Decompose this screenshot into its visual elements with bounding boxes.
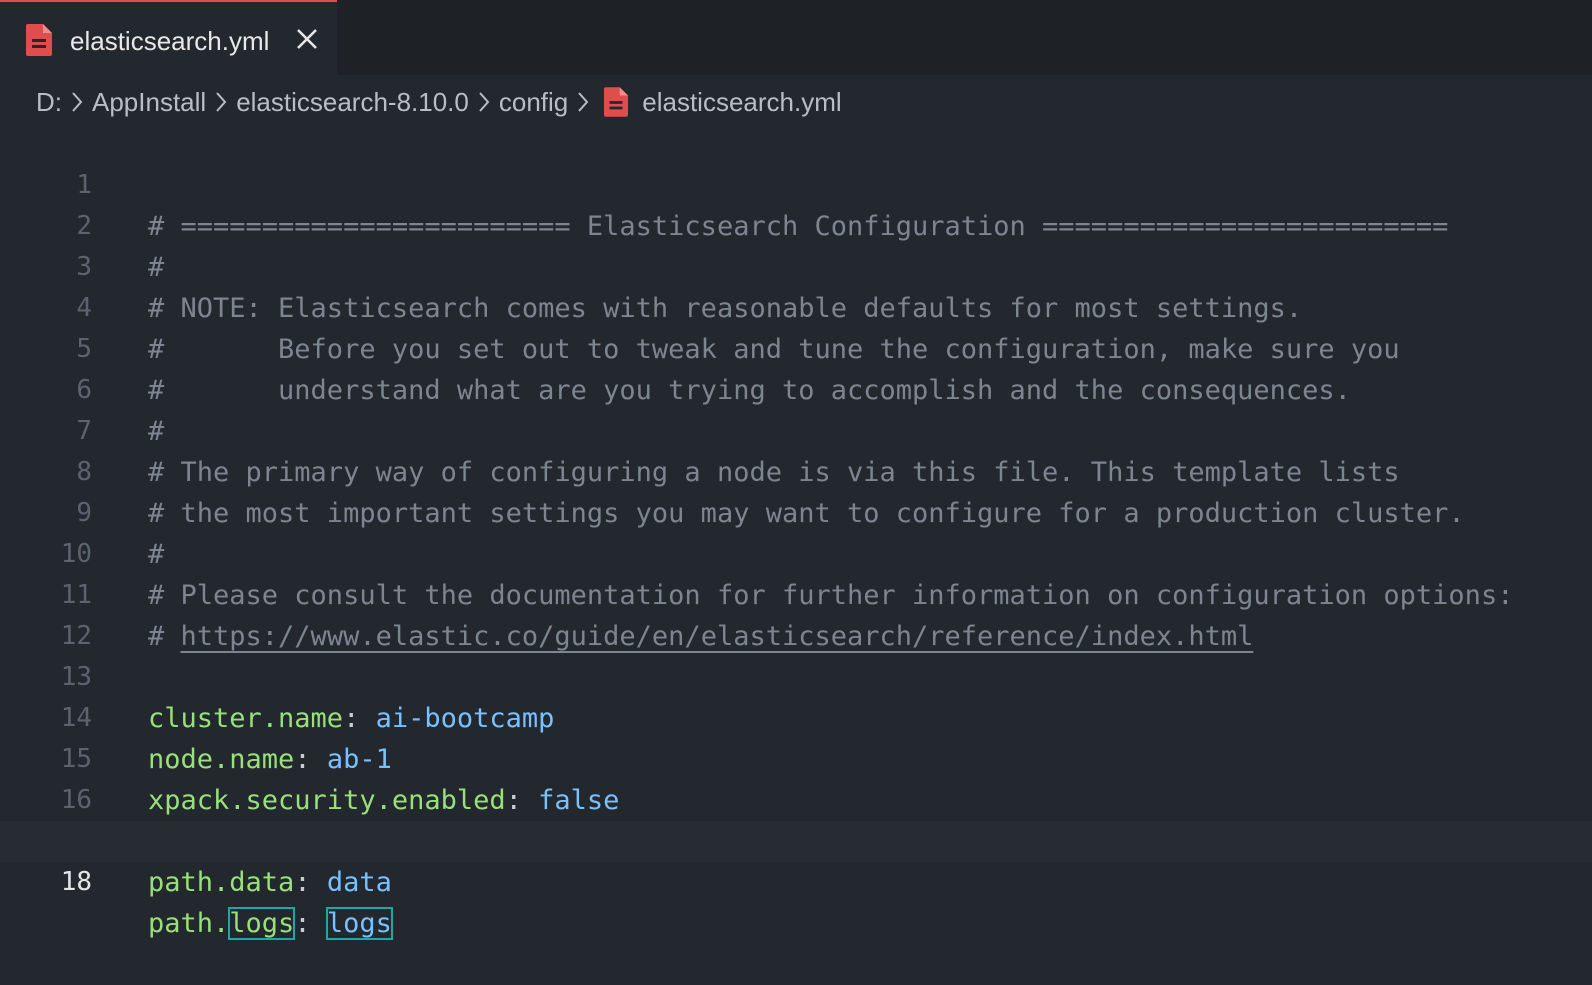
code-line[interactable]: 16 http.port: 9200: [0, 739, 1592, 857]
breadcrumb-drive[interactable]: D:: [36, 82, 62, 122]
setting-value-match: logs: [325, 907, 393, 940]
breadcrumb-elasticsearch-folder[interactable]: elasticsearch-8.10.0: [236, 82, 469, 122]
close-tab-icon[interactable]: [294, 26, 320, 52]
chevron-right-icon: [478, 91, 490, 113]
setting-colon: :: [294, 867, 327, 898]
code-line[interactable]: 7 # The primary way of configuring a nod…: [0, 370, 1592, 488]
setting: path.data: data: [148, 862, 392, 903]
setting: path.logs: logs: [148, 903, 393, 944]
breadcrumb-config[interactable]: config: [499, 82, 568, 122]
code-line[interactable]: 1 # ======================== Elasticsear…: [0, 124, 1592, 242]
code-line[interactable]: 2 #: [0, 165, 1592, 283]
line-number: 18: [60, 867, 92, 897]
breadcrumb-file[interactable]: elasticsearch.yml: [642, 82, 841, 122]
code-line[interactable]: 11 # https://www.elastic.co/guide/en/ela…: [0, 534, 1592, 652]
code-line[interactable]: 6 #: [0, 329, 1592, 447]
code-line[interactable]: 5 # understand what are you trying to ac…: [0, 288, 1592, 406]
code-line[interactable]: 17 path.data: data: [0, 780, 1592, 898]
code-line[interactable]: 4 # Before you set out to tweak and tune…: [0, 247, 1592, 365]
setting-colon: :: [294, 908, 327, 939]
code-line[interactable]: 9 #: [0, 452, 1592, 570]
code-line[interactable]: 15 xpack.security.enabled: false: [0, 698, 1592, 816]
yaml-file-icon: [26, 24, 52, 61]
tab-elasticsearch-yml[interactable]: elasticsearch.yml: [0, 0, 337, 75]
setting-key-prefix: path.: [148, 908, 230, 939]
tab-label: elasticsearch.yml: [70, 26, 270, 56]
code-line[interactable]: 13 cluster.name: ai-bootcamp: [0, 616, 1592, 734]
setting-key-match: logs: [228, 907, 296, 940]
code-line[interactable]: 14 node.name: ab-1: [0, 657, 1592, 775]
chevron-right-icon: [577, 91, 589, 113]
chevron-right-icon: [71, 91, 83, 113]
tab-bar: elasticsearch.yml: [0, 0, 1592, 75]
chevron-right-icon: [215, 91, 227, 113]
breadcrumb-appinstall[interactable]: AppInstall: [92, 82, 206, 122]
code-line[interactable]: 3 # NOTE: Elasticsearch comes with reaso…: [0, 206, 1592, 324]
code-editor[interactable]: 1 # ======================== Elasticsear…: [0, 124, 1592, 940]
code-line[interactable]: 8 # the most important settings you may …: [0, 411, 1592, 529]
code-line-current[interactable]: 18 path.logs: logs: [0, 821, 1592, 940]
breadcrumb: D: AppInstall elasticsearch-8.10.0 confi…: [36, 82, 842, 122]
code-line[interactable]: 12: [0, 575, 1592, 651]
setting-key: path.data: [148, 867, 295, 898]
code-line[interactable]: 10 # Please consult the documentation fo…: [0, 493, 1592, 611]
setting-value: data: [326, 867, 392, 898]
yaml-file-icon: [604, 87, 629, 117]
